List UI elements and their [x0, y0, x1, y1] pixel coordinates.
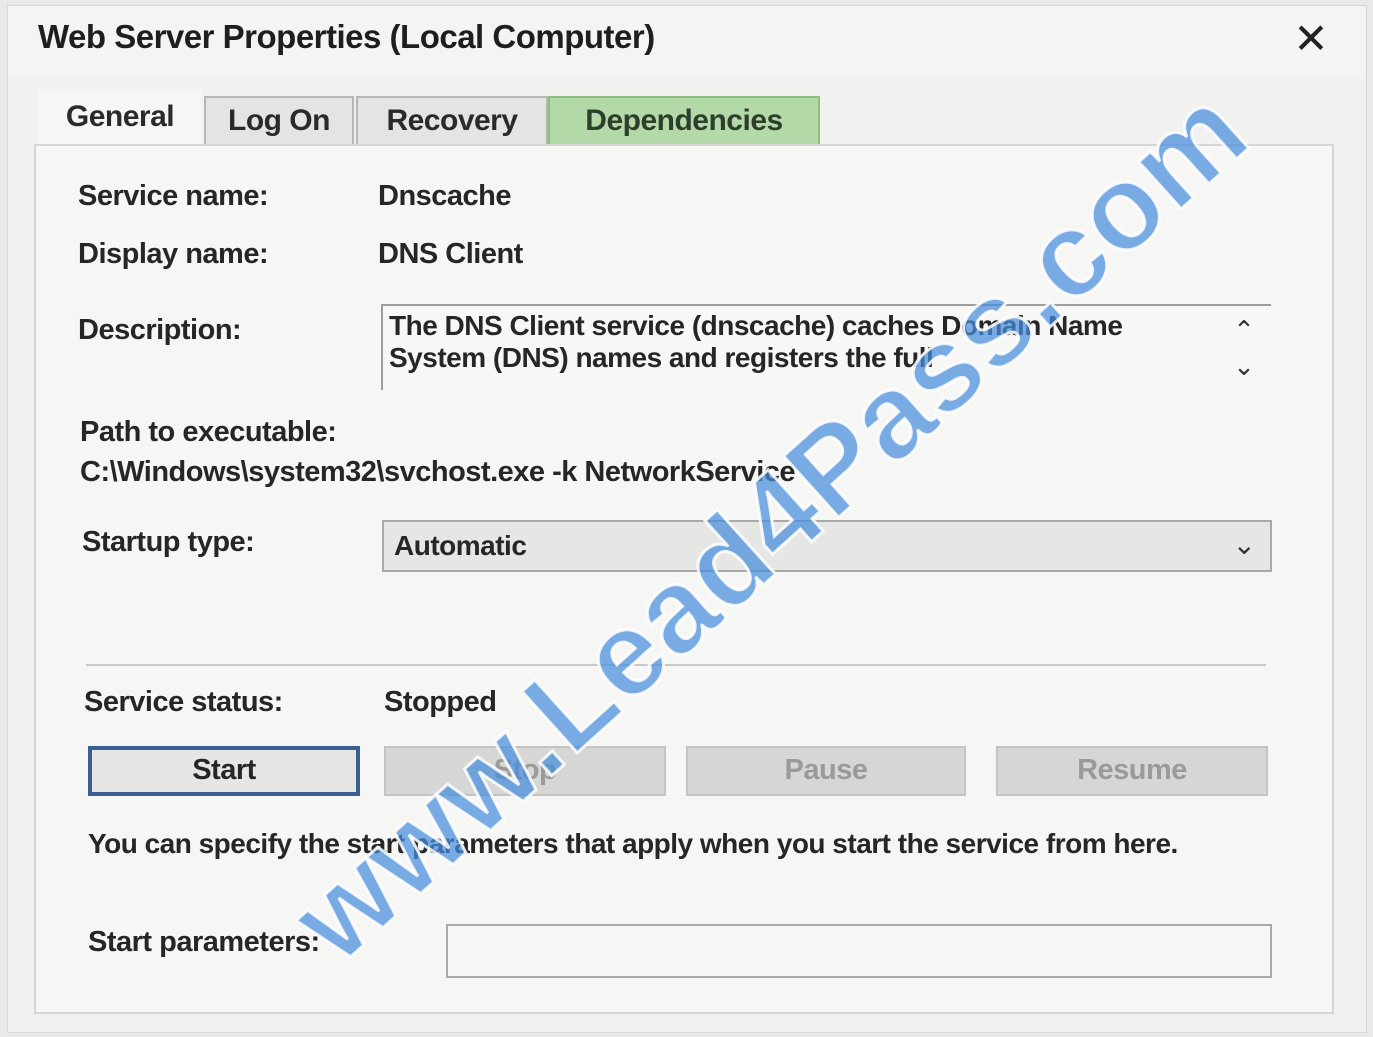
start-parameters-info: You can specify the start parameters tha… [88, 828, 1178, 859]
title-bar: Web Server Properties (Local Computer) ✕ [8, 6, 1366, 78]
scroll-up-icon[interactable]: ⌃ [1229, 317, 1259, 343]
description-text: The DNS Client service (dnscache) caches… [389, 310, 1123, 373]
service-status-value: Stopped [384, 686, 497, 718]
start-button[interactable]: Start [88, 746, 360, 796]
display-name-value: DNS Client [378, 238, 523, 270]
startup-type-label: Startup type: [82, 526, 255, 558]
window-title: Web Server Properties (Local Computer) [38, 18, 655, 55]
tab-log-on[interactable]: Log On [204, 96, 354, 146]
tab-dependencies[interactable]: Dependencies [548, 96, 820, 146]
tab-general[interactable]: General [38, 90, 202, 148]
startup-type-select[interactable]: Automatic ⌄ [382, 520, 1272, 572]
service-name-value: Dnscache [378, 180, 512, 212]
path-label: Path to executable: [80, 416, 337, 448]
general-panel: Service name: Dnscache Display name: DNS… [34, 144, 1334, 1014]
start-parameters-input[interactable] [446, 924, 1272, 978]
properties-dialog: Web Server Properties (Local Computer) ✕… [8, 6, 1366, 1032]
resume-button[interactable]: Resume [996, 746, 1268, 796]
display-name-label: Display name: [78, 238, 269, 270]
chevron-down-icon: ⌄ [1232, 529, 1256, 560]
start-parameters-label: Start parameters: [88, 926, 320, 958]
divider [86, 664, 1266, 666]
service-name-label: Service name: [78, 180, 269, 212]
description-textbox[interactable]: The DNS Client service (dnscache) caches… [381, 304, 1271, 390]
stop-button[interactable]: Stop [384, 746, 666, 796]
scroll-down-icon[interactable]: ⌄ [1229, 353, 1259, 379]
pause-button[interactable]: Pause [686, 746, 966, 796]
close-icon[interactable]: ✕ [1286, 14, 1336, 64]
service-status-label: Service status: [84, 686, 283, 718]
startup-type-value: Automatic [394, 530, 527, 561]
path-value: C:\Windows\system32\svchost.exe -k Netwo… [80, 456, 796, 488]
description-label: Description: [78, 314, 242, 346]
tab-recovery[interactable]: Recovery [356, 96, 548, 146]
